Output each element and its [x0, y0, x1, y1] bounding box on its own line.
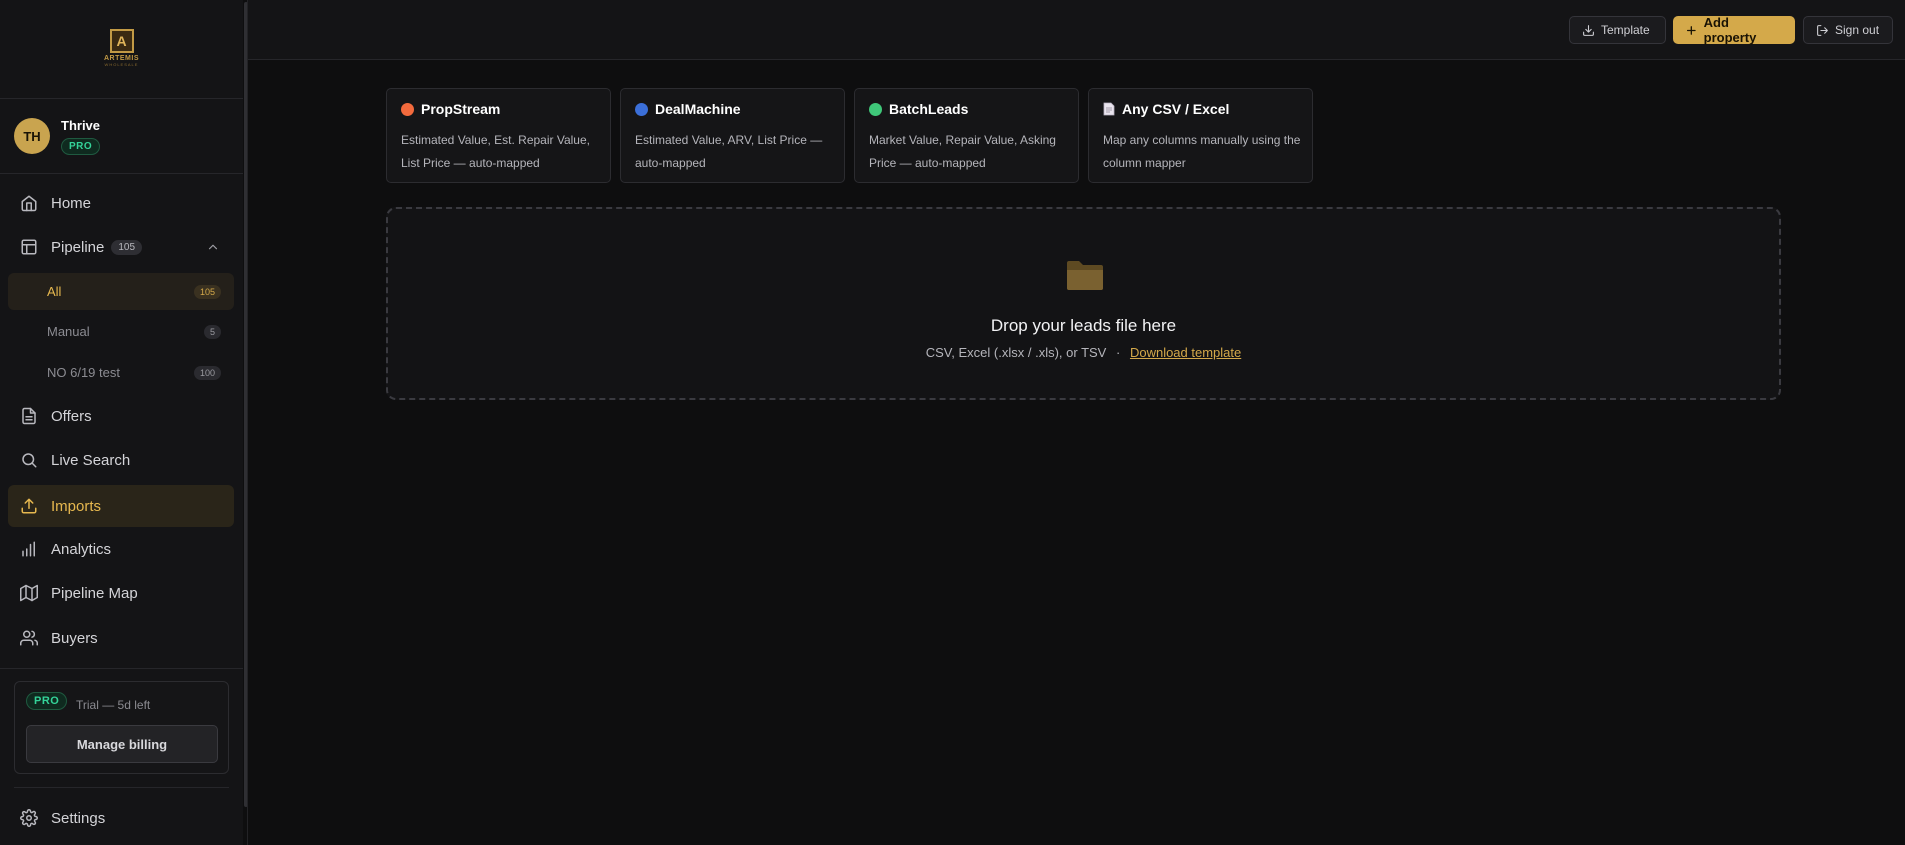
- layout-icon: [21, 239, 37, 255]
- source-description: Map any columns manually using the colum…: [1103, 133, 1301, 170]
- drop-title: Drop your leads file here: [990, 316, 1177, 335]
- source-description: Market Value, Repair Value, Asking Price…: [869, 133, 1056, 170]
- source-name: DealMachine: [655, 101, 741, 117]
- brand-logo[interactable]: A ARTEMIS WHOLESALE: [104, 29, 140, 69]
- folder-icon: [1067, 261, 1103, 290]
- sidebar: A ARTEMIS WHOLESALE TH Thrive PRO Home P…: [0, 0, 243, 845]
- bar-chart-icon: [22, 541, 35, 557]
- source-card-propstream: PropStream Estimated Value, Est. Repair …: [386, 88, 611, 183]
- propstream-dot-icon: [401, 102, 414, 116]
- nav-analytics[interactable]: Analytics: [8, 529, 234, 569]
- source-card-dealmachine: DealMachine Estimated Value, ARV, List P…: [620, 88, 845, 183]
- nav-label: Pipeline Map: [51, 584, 138, 602]
- button-label: Template: [1601, 23, 1650, 37]
- nav-label: Offers: [51, 407, 92, 425]
- map-icon: [20, 584, 38, 602]
- separator: ·: [1115, 345, 1121, 360]
- source-title: BatchLeads: [869, 101, 968, 117]
- template-button[interactable]: Template: [1569, 16, 1666, 44]
- file-drop-zone[interactable]: Drop your leads file here CSV, Excel (.x…: [386, 207, 1781, 400]
- nav-home[interactable]: Home: [8, 183, 234, 223]
- log-out-icon: [1817, 24, 1828, 36]
- trial-status: Trial — 5d left: [76, 698, 151, 712]
- sub-count-badge: 105: [193, 284, 221, 299]
- supported-formats: CSV, Excel (.xlsx / .xls), or TSV: [925, 345, 1107, 360]
- nav-buyers[interactable]: Buyers: [8, 618, 234, 658]
- avatar: TH: [14, 118, 50, 154]
- button-label: Add property: [1703, 15, 1757, 45]
- user-profile[interactable]: TH Thrive PRO: [0, 99, 243, 174]
- source-card-any-csv: Any CSV / Excel Map any columns manually…: [1088, 88, 1313, 183]
- sub-label: All: [47, 284, 62, 299]
- nav-pipeline-map[interactable]: Pipeline Map: [8, 573, 234, 613]
- gear-icon: [20, 809, 38, 827]
- source-name: PropStream: [421, 101, 501, 117]
- top-bar: Template Add property Sign out: [248, 0, 1905, 60]
- logo-subtext: WHOLESALE: [104, 62, 139, 67]
- user-name: Thrive: [61, 118, 101, 133]
- source-description: Estimated Value, ARV, List Price — auto-…: [635, 133, 823, 170]
- chevron-up-icon[interactable]: [206, 240, 220, 254]
- add-property-button[interactable]: Add property: [1673, 15, 1795, 45]
- batchleads-dot-icon: [869, 102, 882, 116]
- dealmachine-dot-icon: [635, 102, 648, 116]
- logo-area: A ARTEMIS WHOLESALE: [0, 0, 243, 99]
- button-label: Sign out: [1835, 23, 1880, 37]
- download-icon: [1583, 24, 1594, 36]
- pipeline-count-badge: 105: [111, 239, 143, 255]
- nav-settings[interactable]: Settings: [8, 798, 234, 838]
- nav-pipeline[interactable]: Pipeline 105: [8, 227, 234, 267]
- divider: [0, 668, 243, 669]
- source-name: Any CSV / Excel: [1122, 101, 1230, 117]
- source-name: BatchLeads: [889, 101, 969, 117]
- plan-badge: PRO: [26, 692, 68, 710]
- source-title: PropStream: [401, 101, 500, 117]
- sub-label: NO 6/19 test: [47, 365, 120, 380]
- nav-label: Settings: [51, 809, 106, 827]
- search-icon: [22, 453, 37, 468]
- manage-billing-button[interactable]: Manage billing: [26, 725, 218, 763]
- drop-subtitle: CSV, Excel (.xlsx / .xls), or TSV · Down…: [388, 345, 1779, 360]
- sign-out-button[interactable]: Sign out: [1803, 16, 1893, 44]
- plan-badge: PRO: [61, 138, 101, 155]
- source-description: Estimated Value, Est. Repair Value, List…: [401, 133, 590, 170]
- download-template-link[interactable]: Download template: [1130, 345, 1241, 360]
- file-text-icon: [22, 407, 36, 425]
- sub-label: Manual: [47, 324, 90, 339]
- nav-live-search[interactable]: Live Search: [8, 440, 234, 480]
- pipeline-sub-all[interactable]: All 105: [8, 273, 234, 310]
- source-title: Any CSV / Excel: [1103, 101, 1229, 117]
- nav-label: Buyers: [51, 629, 98, 647]
- nav-label: Live Search: [51, 451, 131, 469]
- divider: [14, 787, 229, 788]
- source-card-batchleads: BatchLeads Market Value, Repair Value, A…: [854, 88, 1079, 183]
- source-title: DealMachine: [635, 101, 741, 117]
- logo-mark-icon: A: [109, 29, 134, 53]
- nav-imports[interactable]: Imports: [8, 485, 234, 527]
- nav-label: Imports: [51, 497, 102, 515]
- pipeline-sub-manual[interactable]: Manual 5: [8, 313, 234, 350]
- sub-count-badge: 100: [193, 365, 221, 380]
- pipeline-sub-no-test[interactable]: NO 6/19 test 100: [8, 354, 234, 391]
- nav-offers[interactable]: Offers: [8, 396, 234, 436]
- upload-icon: [21, 498, 37, 514]
- sub-count-badge: 5: [203, 324, 221, 339]
- document-icon: [1103, 102, 1115, 116]
- logo-text: ARTEMIS: [104, 55, 139, 62]
- sidebar-border: [247, 0, 248, 845]
- home-icon: [21, 195, 37, 212]
- billing-card: PRO Trial — 5d left Manage billing: [14, 681, 229, 774]
- users-icon: [20, 630, 38, 646]
- nav-label: Analytics: [51, 540, 112, 558]
- plus-icon: [1686, 25, 1696, 35]
- nav-label: Home: [51, 194, 92, 212]
- nav-label: Pipeline: [51, 238, 105, 256]
